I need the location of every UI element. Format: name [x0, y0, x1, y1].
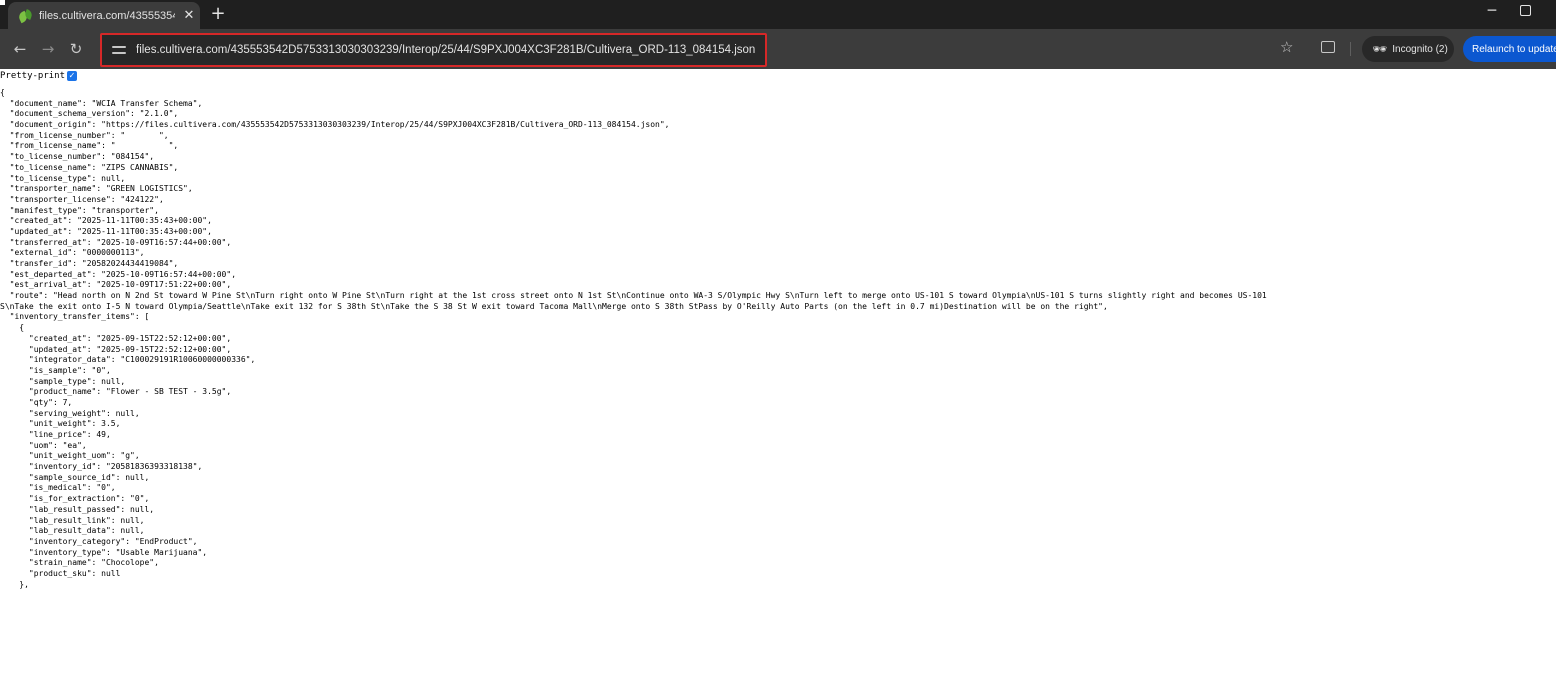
incognito-indicator[interactable]: 🕶 Incognito (2) [1362, 36, 1454, 62]
json-line: "transferred_at": "2025-10-09T16:57:44+0… [0, 237, 232, 247]
json-line: "is_sample": "0", [0, 365, 111, 375]
json-line: "inventory_category": "EndProduct", [0, 536, 198, 546]
json-line: "sample_type": null, [0, 376, 126, 386]
json-line: "from_license_name": " ", [0, 141, 179, 151]
json-line: { [0, 323, 25, 333]
url-text[interactable]: files.cultivera.com/435553542D5753313030… [136, 44, 755, 56]
json-line: "inventory_id": "20581836393318138", [0, 462, 203, 472]
json-line: "uom": "ea", [0, 440, 87, 450]
pretty-print-checkbox[interactable]: ✓ [67, 71, 78, 81]
incognito-icon: 🕶 [1372, 42, 1388, 56]
json-line: "lab_result_link": null, [0, 515, 145, 525]
json-line: "est_departed_at": "2025-10-09T16:57:44+… [0, 269, 237, 279]
reload-button[interactable]: ↻ [64, 37, 88, 61]
json-line: "from_license_number": " ", [0, 130, 169, 140]
json-line: "product_name": "Flower - SB TEST - 3.5g… [0, 387, 232, 397]
reading-mode-icon[interactable] [1321, 41, 1335, 53]
json-line: "lab_result_passed": null, [0, 504, 155, 514]
bookmark-star-icon[interactable]: ☆ [1280, 38, 1293, 56]
maximize-button[interactable] [1520, 5, 1531, 16]
json-line: "manifest_type": "transporter", [0, 205, 159, 215]
window-corner-marker [0, 0, 5, 5]
toolbar-separator [1350, 42, 1351, 56]
pretty-print-label: Pretty-print [0, 71, 66, 81]
json-line: "unit_weight_uom": "g", [0, 451, 140, 461]
json-line: "updated_at": "2025-09-15T22:52:12+00:00… [0, 344, 232, 354]
json-line: "sample_source_id": null, [0, 472, 150, 482]
site-info-icon[interactable] [112, 44, 126, 56]
json-line: S\nTake the exit onto I-5 N toward Olymp… [0, 301, 1108, 311]
json-line: "document_origin": "https://files.cultiv… [0, 120, 670, 130]
pretty-print-toggle[interactable]: Pretty-print ✓ [0, 69, 78, 83]
json-line: "inventory_transfer_items": [ [0, 312, 150, 322]
json-line: "strain_name": "Chocolope", [0, 558, 159, 568]
json-line: "qty": 7, [0, 397, 73, 407]
json-line: "est_arrival_at": "2025-10-09T17:51:22+0… [0, 280, 232, 290]
json-line: "inventory_type": "Usable Marijuana", [0, 547, 208, 557]
forward-button[interactable]: → [36, 37, 60, 61]
browser-tab-active[interactable]: files.cultivera.com/435553542D ✕ [8, 2, 200, 29]
tab-strip: files.cultivera.com/435553542D ✕ + ─ [0, 0, 1556, 29]
json-line: { [0, 88, 5, 97]
json-line: "lab_result_data": null, [0, 526, 145, 536]
tab-title: files.cultivera.com/435553542D [39, 9, 175, 22]
json-line: "serving_weight": null, [0, 408, 140, 418]
json-line: "line_price": 49, [0, 430, 111, 439]
json-line: }, [0, 579, 29, 589]
minimize-button[interactable]: ─ [1482, 3, 1502, 19]
json-viewer-page: Pretty-print ✓ { "document_name": "WCIA … [0, 69, 1556, 673]
incognito-label: Incognito (2) [1392, 43, 1448, 55]
new-tab-button[interactable]: + [208, 4, 228, 24]
browser-toolbar: ← → ↻ files.cultivera.com/435553542D5753… [0, 29, 1556, 69]
json-line: "created_at": "2025-11-11T00:35:43+00:00… [0, 216, 212, 226]
json-line: "is_for_extraction": "0", [0, 494, 150, 504]
relaunch-label: Relaunch to update [1472, 43, 1556, 55]
json-line: "unit_weight": 3.5, [0, 419, 121, 429]
json-document: { "document_name": "WCIA Transfer Schema… [0, 88, 1556, 590]
json-line: "transporter_license": "424122", [0, 194, 164, 204]
address-bar[interactable]: files.cultivera.com/435553542D5753313030… [100, 33, 767, 67]
relaunch-button[interactable]: Relaunch to update [1463, 36, 1556, 62]
json-line: "product_sku": null [0, 568, 121, 578]
json-line: "transfer_id": "20582024434419084", [0, 259, 179, 268]
json-line: "to_license_name": "ZIPS CANNABIS", [0, 162, 179, 172]
close-tab-icon[interactable]: ✕ [181, 8, 197, 23]
back-button[interactable]: ← [8, 37, 32, 61]
json-line: "updated_at": "2025-11-11T00:35:43+00:00… [0, 226, 212, 236]
json-line: "created_at": "2025-09-15T22:52:12+00:00… [0, 333, 232, 343]
cultivera-leaf-icon [19, 9, 33, 23]
json-line: "to_license_type": null, [0, 173, 126, 183]
json-line: "document_name": "WCIA Transfer Schema", [0, 98, 203, 108]
json-line: "transporter_name": "GREEN LOGISTICS", [0, 184, 193, 194]
json-line: "route": "Head north on N 2nd St toward … [0, 291, 1267, 301]
json-line: "integrator_data": "C100029191R100600000… [0, 355, 256, 365]
json-line: "to_license_number": "084154", [0, 152, 155, 162]
json-line: "external_id": "0000000113", [0, 248, 145, 258]
json-line: "is_medical": "0", [0, 483, 116, 493]
json-line: "document_schema_version": "2.1.0", [0, 109, 179, 119]
